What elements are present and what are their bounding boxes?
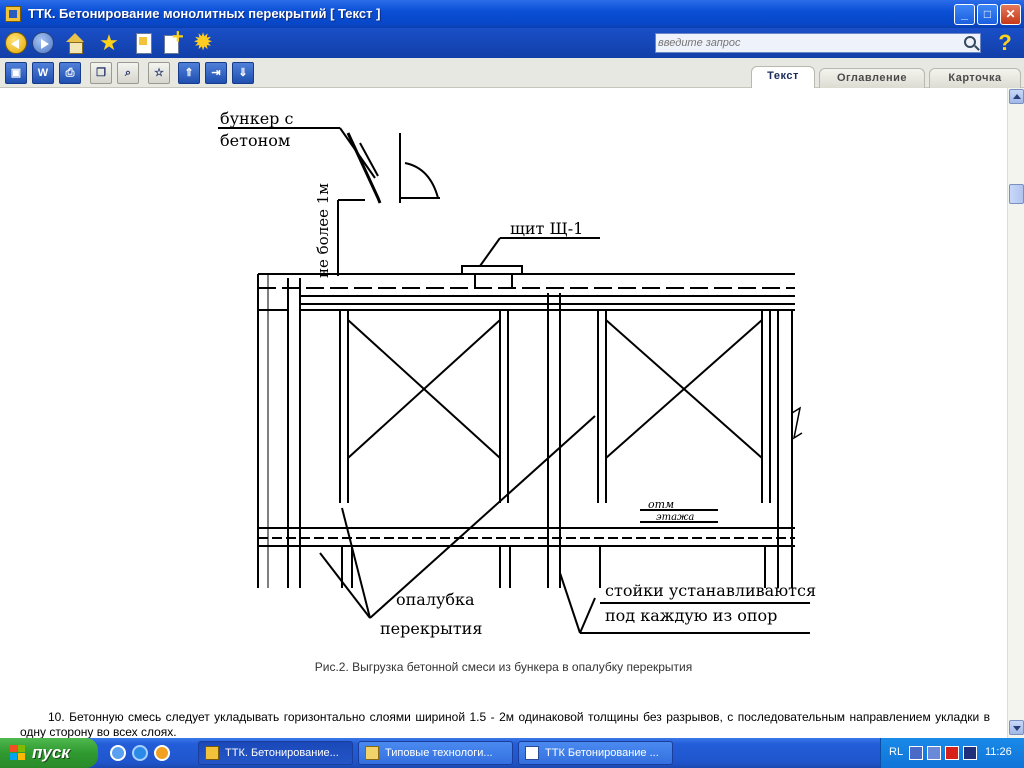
folder-icon: [365, 746, 379, 760]
task-label: ТТК Бетонирование ...: [545, 747, 659, 759]
clock: 11:26: [985, 746, 1012, 758]
start-label: пуск: [32, 743, 70, 762]
search-box: [655, 33, 981, 53]
monitor-icon[interactable]: [927, 746, 941, 760]
keyboard-layout-icon[interactable]: [963, 746, 977, 760]
network-icon[interactable]: [909, 746, 923, 760]
add-document-icon[interactable]: [162, 26, 184, 54]
close-button[interactable]: ✕: [1000, 4, 1021, 25]
copy-icon[interactable]: ❐: [90, 62, 112, 84]
label-props-line2: под каждую из опор: [605, 606, 777, 625]
antivirus-icon[interactable]: [945, 746, 959, 760]
document-icon[interactable]: [132, 32, 154, 54]
label-formwork-line2: перекрытия: [380, 619, 482, 638]
body-paragraph: 10. Бетонную смесь следует укладывать го…: [20, 710, 990, 738]
minimize-button[interactable]: _: [954, 4, 975, 25]
system-tray: RL 11:26: [880, 738, 1024, 768]
print-icon[interactable]: ⎙: [59, 62, 81, 84]
forward-icon[interactable]: [32, 32, 54, 54]
label-props-line1: стойки устанавливаются: [605, 581, 816, 600]
bookmark-star-icon[interactable]: ☆: [148, 62, 170, 84]
search-icon[interactable]: [964, 36, 976, 48]
task-label: Типовые технологи...: [385, 747, 493, 759]
language-indicator[interactable]: RL: [889, 746, 903, 758]
word-document-icon: [525, 746, 539, 760]
search-input[interactable]: [658, 35, 958, 51]
label-mark-line2: этажа: [656, 512, 694, 523]
scroll-up-icon[interactable]: ⇑: [178, 62, 200, 84]
go-to-icon[interactable]: ⇥: [205, 62, 227, 84]
label-formwork-line1: опалубка: [396, 590, 475, 609]
title-bar: ТТК. Бетонирование монолитных перекрытий…: [0, 0, 1024, 28]
label-mark-line1: отм: [648, 498, 674, 511]
label-height-note: не более 1м: [314, 183, 332, 278]
tab-card[interactable]: Карточка: [929, 68, 1021, 88]
label-shield: щит Щ-1: [510, 219, 583, 238]
task-word-doc[interactable]: ТТК Бетонирование ...: [518, 741, 673, 765]
help-icon[interactable]: ?: [992, 30, 1018, 56]
desktop-quicklaunch-icon[interactable]: [110, 745, 126, 761]
vertical-scrollbar[interactable]: [1007, 88, 1024, 738]
window-title: ТТК. Бетонирование монолитных перекрытий…: [28, 6, 381, 21]
windows-logo-icon: [10, 745, 26, 761]
scroll-up-arrow-icon[interactable]: [1009, 89, 1024, 104]
back-icon[interactable]: [5, 32, 27, 54]
media-player-icon[interactable]: [154, 745, 170, 761]
word-export-icon[interactable]: W: [32, 62, 54, 84]
tab-text[interactable]: Текст: [751, 66, 815, 89]
task-label: ТТК. Бетонирование...: [225, 747, 339, 759]
home-icon[interactable]: [64, 32, 86, 54]
app-icon[interactable]: [5, 6, 21, 22]
preview-icon[interactable]: ⌕: [117, 62, 139, 84]
internet-explorer-icon[interactable]: [132, 745, 148, 761]
scroll-down-icon[interactable]: ⇓: [232, 62, 254, 84]
scroll-down-arrow-icon[interactable]: [1009, 720, 1024, 735]
figure-drawing: бункер с бетоном не более 1м щит Щ-1 отм…: [218, 109, 816, 638]
tab-contents[interactable]: Оглавление: [819, 68, 925, 88]
app-task-icon: [205, 746, 219, 760]
scrollbar-thumb[interactable]: [1009, 184, 1024, 204]
gear-icon[interactable]: ✹: [192, 31, 214, 55]
task-ttk-text[interactable]: ТТК. Бетонирование...: [198, 741, 353, 765]
save-icon[interactable]: ▣: [5, 62, 27, 84]
taskbar: пуск ТТК. Бетонирование... Типовые техно…: [0, 738, 1024, 768]
figure-caption: Рис.2. Выгрузка бетонной смеси из бункер…: [314, 660, 693, 674]
start-button[interactable]: пуск: [0, 738, 98, 768]
label-bunker-line2: бетоном: [220, 131, 290, 150]
favorites-star-icon[interactable]: ★: [98, 32, 120, 54]
task-typical-tech[interactable]: Типовые технологи...: [358, 741, 513, 765]
document-content: бункер с бетоном не более 1м щит Щ-1 отм…: [0, 88, 1007, 738]
maximize-button[interactable]: □: [977, 4, 998, 25]
label-bunker-line1: бункер с: [220, 109, 294, 128]
